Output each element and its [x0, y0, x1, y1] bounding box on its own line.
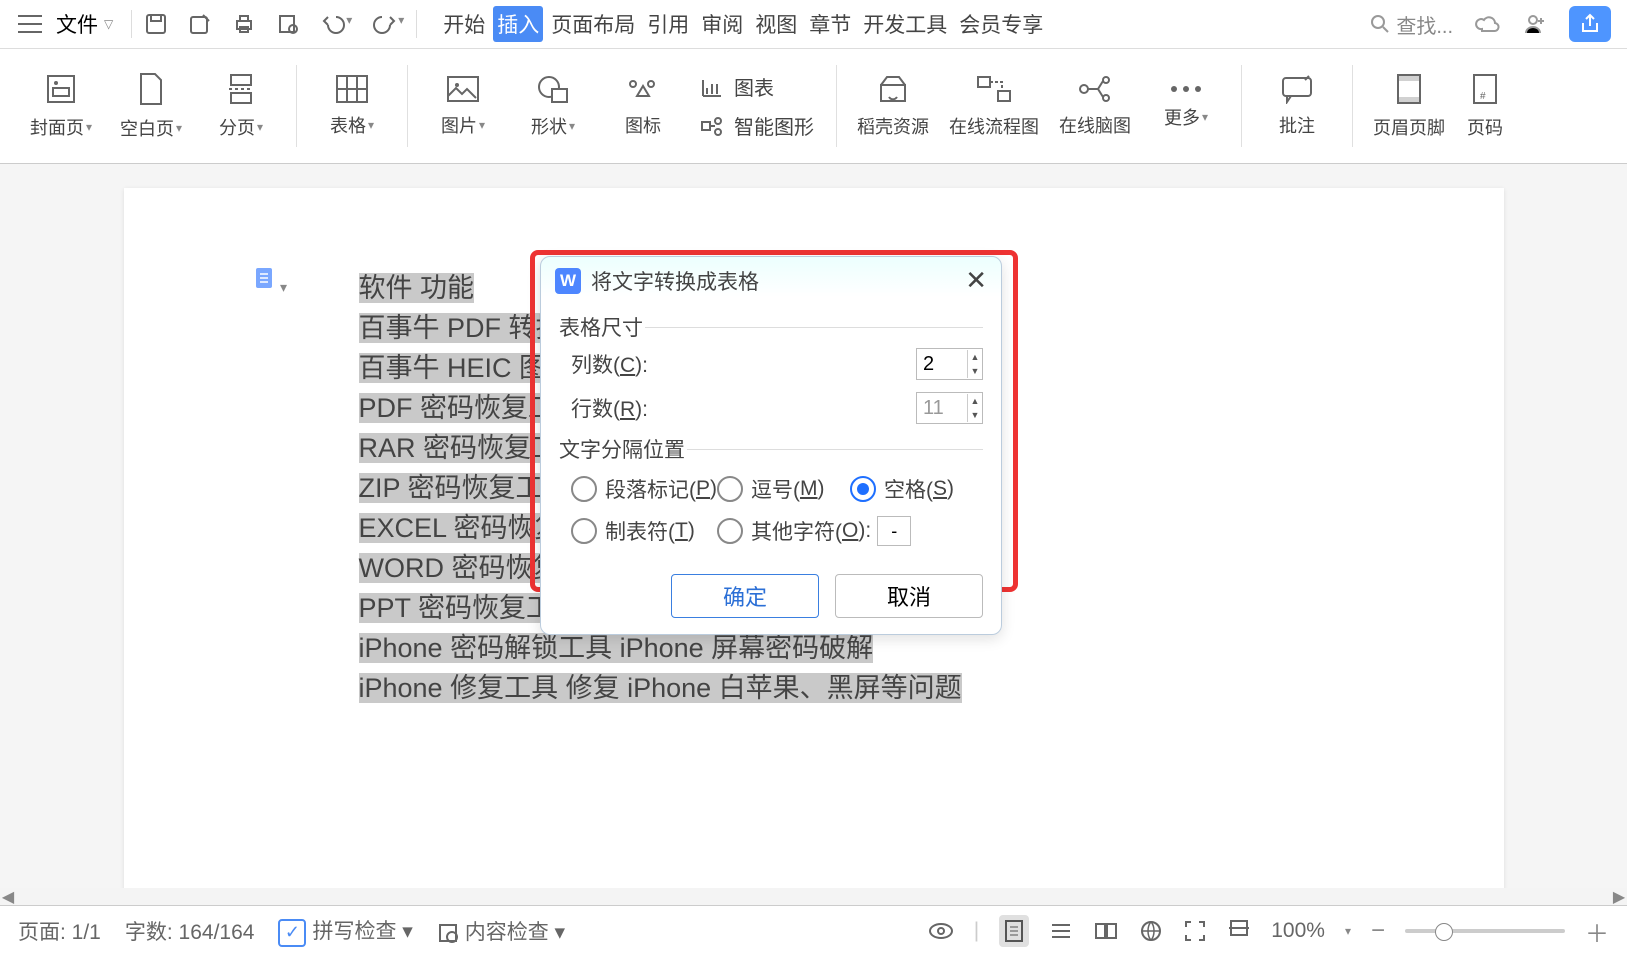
- web-view-icon[interactable]: [1139, 919, 1163, 943]
- line-0: 软件 功能: [359, 273, 475, 303]
- word-count[interactable]: 字数: 164/164: [125, 916, 255, 946]
- content-check-button[interactable]: 内容检查 ▾: [437, 916, 565, 946]
- spellcheck-toggle[interactable]: ✓拼写检查 ▾: [278, 915, 412, 947]
- search-icon: [1370, 14, 1390, 34]
- spin-down[interactable]: ▼: [968, 408, 982, 422]
- spin-up[interactable]: ▲: [968, 394, 982, 408]
- close-icon[interactable]: ✕: [965, 265, 987, 296]
- share-icon: [1579, 13, 1601, 35]
- search-placeholder: 查找...: [1396, 10, 1453, 39]
- ribbon-tabs: 开始 插入 页面布局 引用 审阅 视图 章节 开发工具 会员专享: [439, 6, 1047, 42]
- shapes-button[interactable]: 形状▾: [510, 49, 596, 163]
- share-button[interactable]: [1569, 6, 1611, 42]
- scroll-left-icon[interactable]: ◀: [0, 887, 16, 907]
- option-other[interactable]: 其他字符(O):: [717, 516, 983, 546]
- cloud-sync-icon[interactable]: [1475, 13, 1501, 35]
- file-menu[interactable]: 文件 ▽: [50, 9, 119, 39]
- more-button[interactable]: 更多▾: [1143, 49, 1229, 163]
- comment-button[interactable]: 批注: [1254, 49, 1340, 163]
- page-number-button[interactable]: # 页码: [1457, 49, 1513, 163]
- chevron-down-icon: ▽: [104, 17, 113, 31]
- page-indicator[interactable]: 页面: 1/1: [18, 916, 101, 946]
- rows-label: 行数(R):: [571, 393, 916, 423]
- ok-button[interactable]: 确定: [671, 574, 819, 618]
- option-comma[interactable]: 逗号(M): [717, 474, 850, 504]
- convert-text-to-table-dialog: W 将文字转换成表格 ✕ 表格尺寸 列数(C): ▲▼ 行数(R): ▲▼ 文字…: [540, 256, 1002, 635]
- cover-page-button[interactable]: 封面页▾: [18, 49, 104, 163]
- tab-view[interactable]: 视图: [751, 6, 801, 42]
- separator: [131, 10, 132, 38]
- tab-reference[interactable]: 引用: [643, 6, 693, 42]
- spin-up[interactable]: ▲: [968, 350, 982, 364]
- undo-icon[interactable]: ▾: [320, 13, 352, 35]
- tab-layout[interactable]: 页面布局: [547, 6, 639, 42]
- wps-logo-icon: W: [555, 268, 581, 294]
- print-icon[interactable]: [232, 12, 256, 36]
- blank-page-button[interactable]: 空白页▾: [108, 49, 194, 163]
- eye-icon[interactable]: [928, 921, 954, 941]
- fit-width-icon[interactable]: [1227, 917, 1251, 945]
- icons-button[interactable]: 图标: [600, 49, 686, 163]
- columns-input[interactable]: ▲▼: [916, 348, 983, 380]
- hamburger-icon[interactable]: [18, 14, 42, 34]
- separator: [416, 10, 417, 38]
- header-footer-button[interactable]: 页眉页脚: [1365, 49, 1453, 163]
- tab-insert[interactable]: 插入: [493, 6, 543, 42]
- section-size-label: 表格尺寸: [559, 312, 983, 342]
- print-preview-icon[interactable]: [276, 12, 300, 36]
- line-10: iPhone 修复工具 修复 iPhone 白苹果、黑屏等问题: [359, 673, 962, 703]
- option-space[interactable]: 空格(S): [850, 474, 983, 504]
- horizontal-scrollbar[interactable]: ◀ ▶: [0, 888, 1627, 906]
- zoom-level[interactable]: 100%: [1271, 919, 1325, 943]
- tab-member[interactable]: 会员专享: [955, 6, 1047, 42]
- file-label: 文件: [56, 9, 98, 39]
- page-break-button[interactable]: 分页▾: [198, 49, 284, 163]
- tab-dev[interactable]: 开发工具: [859, 6, 951, 42]
- smart-art-button[interactable]: 智能图形: [700, 111, 814, 140]
- paragraph-handle-icon[interactable]: ▾: [254, 266, 287, 297]
- scroll-right-icon[interactable]: ▶: [1611, 887, 1627, 907]
- flowchart-button[interactable]: 在线流程图: [941, 49, 1047, 163]
- mindmap-button[interactable]: 在线脑图: [1051, 49, 1139, 163]
- page-view-icon[interactable]: [999, 915, 1029, 947]
- other-char-input[interactable]: [877, 516, 911, 546]
- option-tab[interactable]: 制表符(T): [571, 516, 717, 546]
- save-icon[interactable]: [144, 12, 168, 36]
- outline-view-icon[interactable]: [1049, 921, 1073, 941]
- spin-down[interactable]: ▼: [968, 364, 982, 378]
- save-as-icon[interactable]: [188, 12, 212, 36]
- resource-button[interactable]: 稻壳资源: [849, 49, 937, 163]
- table-button[interactable]: 表格▾: [309, 49, 395, 163]
- chart-button[interactable]: 图表: [700, 72, 814, 101]
- svg-text:#: #: [1480, 91, 1486, 102]
- add-user-icon[interactable]: [1523, 12, 1547, 36]
- zoom-in-icon[interactable]: ＋: [1585, 914, 1609, 949]
- read-view-icon[interactable]: [1093, 920, 1119, 942]
- dialog-title: 将文字转换成表格: [591, 266, 759, 296]
- cancel-button[interactable]: 取消: [835, 574, 983, 618]
- redo-icon[interactable]: ▾: [372, 13, 404, 35]
- section-separator-label: 文字分隔位置: [559, 434, 983, 464]
- zoom-slider[interactable]: [1405, 929, 1565, 933]
- rows-input[interactable]: ▲▼: [916, 392, 983, 424]
- option-paragraph[interactable]: 段落标记(P): [571, 474, 717, 504]
- columns-label: 列数(C):: [571, 349, 916, 379]
- search-box[interactable]: 查找...: [1370, 10, 1453, 39]
- tab-start[interactable]: 开始: [439, 6, 489, 42]
- tab-review[interactable]: 审阅: [697, 6, 747, 42]
- zoom-out-icon[interactable]: −: [1371, 917, 1385, 945]
- focus-view-icon[interactable]: [1183, 919, 1207, 943]
- tab-section[interactable]: 章节: [805, 6, 855, 42]
- picture-button[interactable]: 图片▾: [420, 49, 506, 163]
- line-9: iPhone 密码解锁工具 iPhone 屏幕密码破解: [359, 633, 874, 663]
